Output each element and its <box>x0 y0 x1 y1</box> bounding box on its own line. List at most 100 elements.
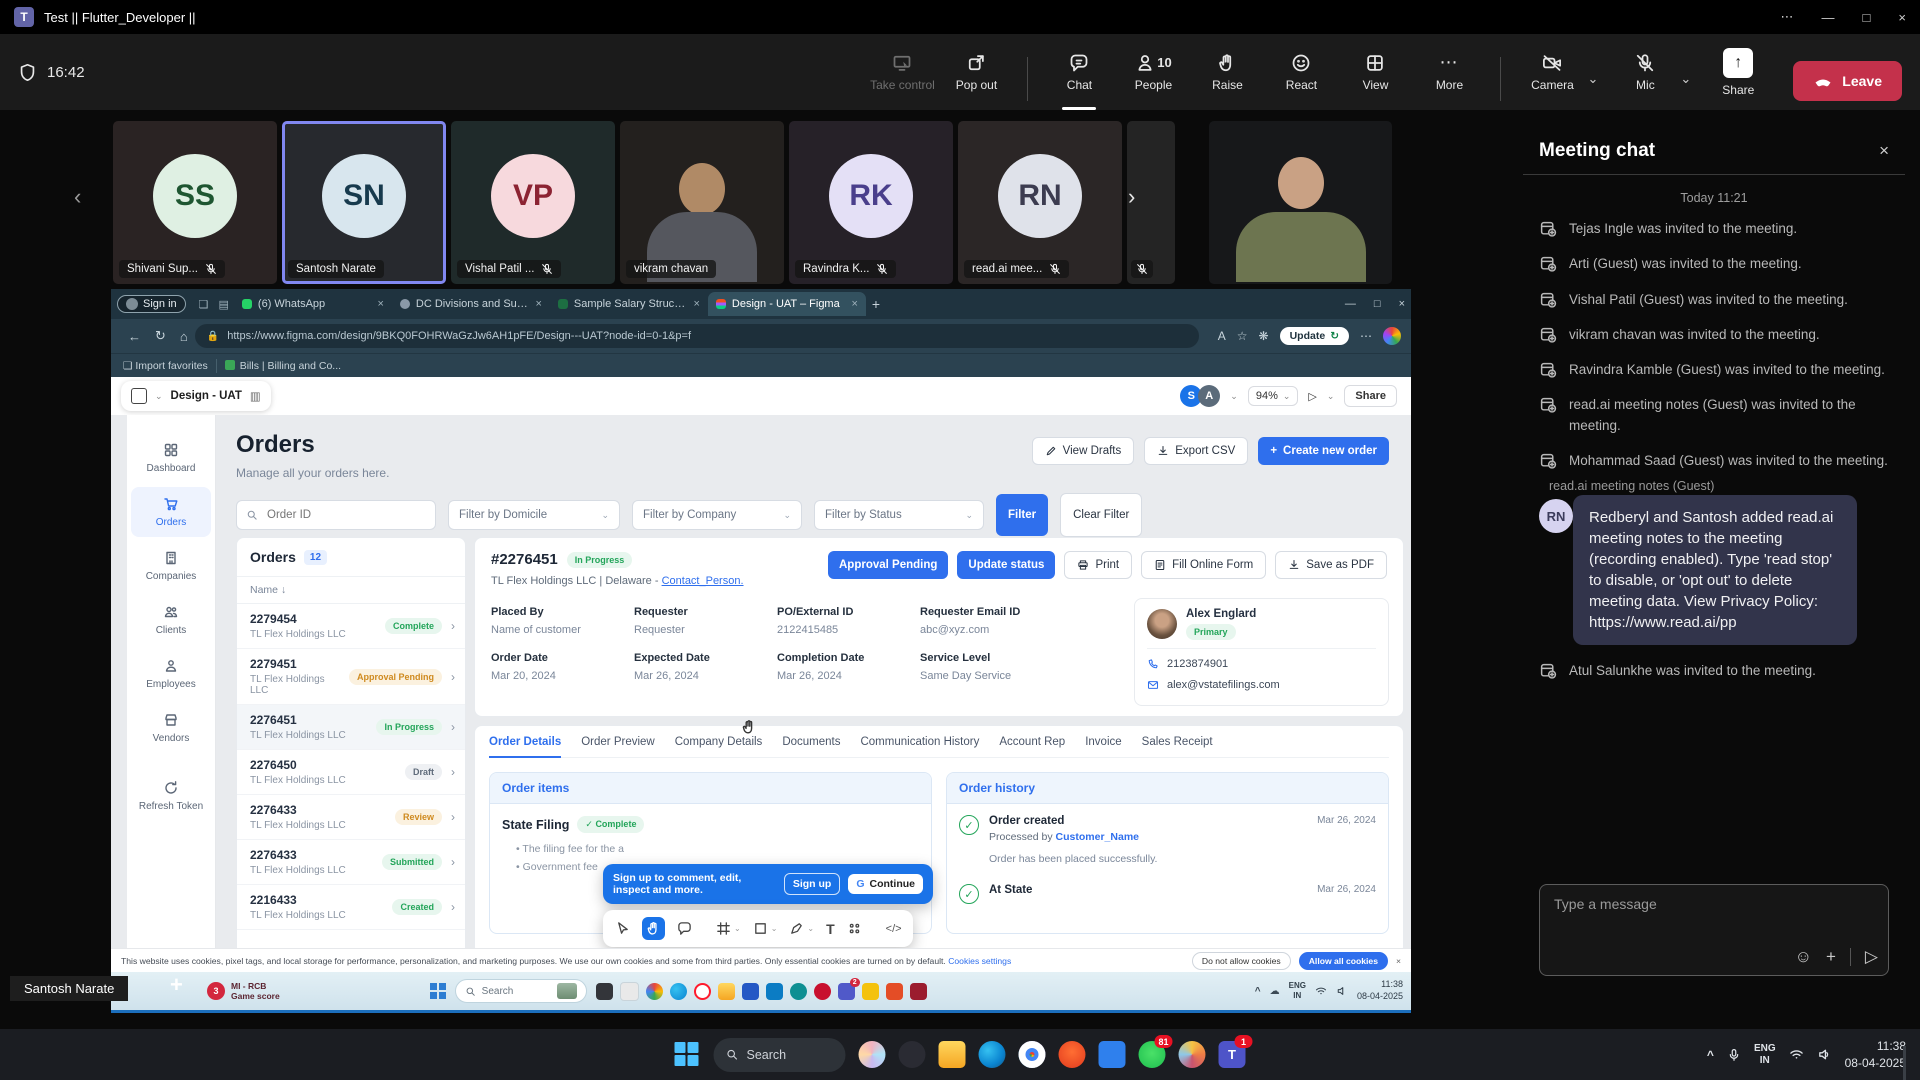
file-explorer-icon[interactable] <box>939 1041 966 1068</box>
browser-tab[interactable]: (6) WhatsApp × <box>234 292 392 316</box>
tab-documents[interactable]: Documents <box>782 736 840 748</box>
app-icon[interactable] <box>1179 1041 1206 1068</box>
filter-button[interactable]: Filter <box>996 494 1048 536</box>
order-id-search[interactable] <box>236 500 436 530</box>
order-row-selected[interactable]: 2276451TL Flex Holdings LLC In Progress … <box>237 705 465 750</box>
edge-icon[interactable] <box>670 983 687 1000</box>
order-row[interactable]: 2276450TL Flex Holdings LLC Draft › <box>237 750 465 795</box>
participant-tile[interactable]: RN read.ai mee... <box>958 121 1122 284</box>
chat-input[interactable] <box>1552 895 1776 913</box>
strip-scroll-left-icon[interactable]: ‹ <box>74 184 81 210</box>
taskbar-app-icon[interactable] <box>886 983 903 1000</box>
outlook-icon[interactable] <box>766 983 783 1000</box>
edge-icon[interactable] <box>979 1041 1006 1068</box>
leave-button[interactable]: Leave <box>1793 61 1902 101</box>
strip-scroll-right-icon[interactable]: › <box>1128 184 1135 210</box>
taskbar-app-icon[interactable] <box>790 983 807 1000</box>
window-minimize-icon[interactable]: — <box>1822 10 1835 25</box>
sidebar-item-employees[interactable]: Employees <box>131 649 211 699</box>
browser-signin-button[interactable]: Sign in <box>117 295 186 313</box>
shared-search-box[interactable]: Search <box>455 979 587 1003</box>
signup-button[interactable]: Sign up <box>784 873 841 895</box>
order-row[interactable]: 2216433TL Flex Holdings LLC Created › <box>237 885 465 930</box>
camera-button[interactable]: Camera <box>1519 43 1585 101</box>
participant-tile[interactable]: vikram chavan <box>620 121 784 284</box>
dev-mode-icon[interactable]: </> <box>886 923 902 935</box>
contact-phone[interactable]: 2123874901 <box>1167 658 1228 670</box>
taskbar-search[interactable]: Search <box>714 1038 846 1072</box>
approval-pending-button[interactable]: Approval Pending <box>828 551 948 579</box>
browser-tab-active[interactable]: Design - UAT – Figma × <box>708 292 866 316</box>
figma-file-pill[interactable]: ⌄ Design - UAT ▥ <box>121 381 271 411</box>
browser-update-button[interactable]: Update ↻ <box>1280 327 1349 345</box>
view-button[interactable]: View <box>1342 43 1408 101</box>
share-button[interactable]: ↑ Share <box>1705 43 1771 101</box>
tab-invoice[interactable]: Invoice <box>1085 736 1121 748</box>
send-icon[interactable]: ▷ <box>1865 947 1878 967</box>
present-chevron-icon[interactable]: ⌄ <box>1327 391 1335 402</box>
filter-company-select[interactable]: Filter by Company ⌄ <box>632 500 802 530</box>
fill-online-form-button[interactable]: Fill Online Form <box>1141 551 1266 579</box>
browser-tab[interactable]: DC Divisions and Surroundings × <box>392 292 550 316</box>
filter-status-select[interactable]: Filter by Status ⌄ <box>814 500 984 530</box>
workspaces-icon[interactable]: ❏ <box>199 298 209 311</box>
print-button[interactable]: Print <box>1064 551 1132 579</box>
browser-tab[interactable]: Sample Salary Structure with calc × <box>550 292 708 316</box>
taskbar-app-icon[interactable] <box>742 983 759 1000</box>
view-drafts-button[interactable]: View Drafts <box>1032 437 1135 465</box>
tab-account-rep[interactable]: Account Rep <box>999 736 1065 748</box>
start-button-icon[interactable] <box>430 983 446 999</box>
contact-email[interactable]: alex@vstatefilings.com <box>1167 679 1280 691</box>
show-desktop-button[interactable] <box>1903 1046 1906 1080</box>
folder-icon[interactable] <box>718 983 735 1000</box>
hidden-icons-chevron[interactable]: ^ <box>1255 986 1261 997</box>
mic-chevron-icon[interactable]: ⌄ <box>1678 71 1697 101</box>
figma-chevron-icon[interactable]: ⌄ <box>155 391 163 402</box>
mic-tray-icon[interactable] <box>1727 1048 1741 1062</box>
tab-close-icon[interactable]: × <box>693 298 699 310</box>
sidebar-item-clients[interactable]: Clients <box>131 595 211 645</box>
order-id-input[interactable] <box>265 508 399 522</box>
figma-share-button[interactable]: Share <box>1344 385 1397 407</box>
deny-cookies-button[interactable]: Do not allow cookies <box>1192 952 1291 970</box>
chat-button[interactable]: Chat <box>1046 43 1112 101</box>
frame-tool-icon[interactable]: ⌄ <box>716 921 741 936</box>
mcafee-icon[interactable] <box>814 983 831 1000</box>
favorite-star-icon[interactable]: ☆ <box>1237 329 1248 343</box>
hidden-icons-chevron[interactable]: ^ <box>1707 1048 1714 1062</box>
raise-button[interactable]: Raise <box>1194 43 1260 101</box>
participant-tile-active[interactable]: SN Santosh Narate <box>282 121 446 284</box>
camera-chevron-icon[interactable]: ⌄ <box>1585 71 1604 101</box>
tab-order-preview[interactable]: Order Preview <box>581 736 655 748</box>
pop-out-button[interactable]: Pop out <box>943 43 1009 101</box>
start-button[interactable] <box>675 1042 701 1068</box>
export-csv-button[interactable]: Export CSV <box>1144 437 1248 465</box>
more-button[interactable]: ⋯ More <box>1416 43 1482 101</box>
taskbar-app-icon[interactable] <box>862 983 879 1000</box>
participant-tile[interactable]: RK Ravindra K... <box>789 121 953 284</box>
update-status-button[interactable]: Update status <box>957 551 1055 579</box>
cookies-settings-link[interactable]: Cookies settings <box>948 956 1011 966</box>
react-button[interactable]: React <box>1268 43 1334 101</box>
window-maximize-icon[interactable]: □ <box>1863 10 1871 25</box>
order-row[interactable]: 2276433TL Flex Holdings LLC Review › <box>237 795 465 840</box>
sidebar-item-refresh-token[interactable]: Refresh Token <box>131 771 211 821</box>
spotlight-tile[interactable] <box>1209 121 1392 284</box>
bookmark-item[interactable]: ❏ Import favorites <box>123 360 208 372</box>
browser-menu-icon[interactable]: ⋯ <box>1360 329 1372 343</box>
window-close-icon[interactable]: × <box>1898 10 1906 25</box>
copilot-icon[interactable] <box>859 1041 886 1068</box>
participant-tile[interactable]: SS Shivani Sup... <box>113 121 277 284</box>
chat-input-box[interactable]: ☺ + ▷ <box>1539 884 1889 976</box>
bookmark-item[interactable]: Bills | Billing and Co... <box>225 360 341 372</box>
hand-tool-icon[interactable] <box>642 917 665 940</box>
sidebar-item-orders[interactable]: Orders <box>131 487 211 537</box>
new-tab-icon[interactable]: + <box>872 296 880 312</box>
google-continue-button[interactable]: GContinue <box>848 874 923 894</box>
home-icon[interactable]: ⌂ <box>180 329 188 344</box>
language-indicator[interactable]: ENGIN <box>1754 1043 1776 1067</box>
chat-close-icon[interactable]: × <box>1879 141 1889 161</box>
cookie-close-icon[interactable]: × <box>1396 956 1401 966</box>
contact-person-link[interactable]: Contact_Person. <box>662 575 744 587</box>
sidebar-item-companies[interactable]: Companies <box>131 541 211 591</box>
